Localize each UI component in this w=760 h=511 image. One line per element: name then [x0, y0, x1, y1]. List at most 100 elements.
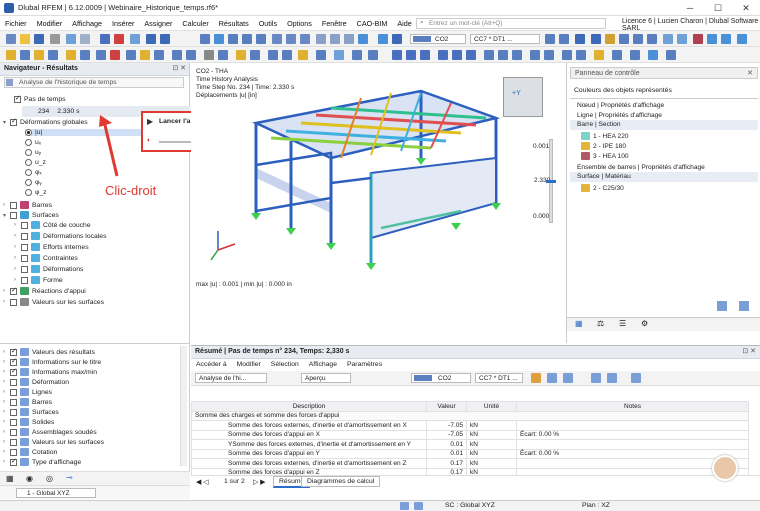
select-window-icon[interactable] [282, 50, 292, 60]
display-item[interactable]: ›Informations sur le titre [3, 357, 101, 366]
report-icon[interactable] [721, 34, 731, 44]
menu-fenetre[interactable]: Fenêtre [317, 19, 352, 28]
menu-outils[interactable]: Outils [254, 19, 282, 28]
zoom-window-icon[interactable] [452, 50, 462, 60]
solid-icon[interactable] [66, 50, 76, 60]
nav-layer-side[interactable]: › Côté de couche [14, 221, 91, 229]
nav-reactions[interactable]: ›Réactions d'appui [3, 286, 86, 295]
member-tool-icon[interactable] [34, 50, 44, 60]
menu-fichier[interactable]: Fichier [0, 19, 32, 28]
panel-icon[interactable] [576, 50, 586, 60]
table-row[interactable]: Somme des forces d'appui en Y 0.01 kN Écart… [191, 448, 749, 459]
nav-surface-values[interactable]: › Valeurs sur les surfaces [3, 298, 104, 306]
opening-icon[interactable] [80, 50, 90, 60]
nav-deformations[interactable]: ▾Déformations globales [3, 117, 88, 126]
unit-icon[interactable] [512, 50, 522, 60]
iso-view-icon[interactable] [214, 34, 224, 44]
menu-modifier[interactable]: Modifier [32, 19, 68, 28]
nav-shape[interactable]: › Forme [14, 276, 63, 284]
nav-surfaces[interactable]: ▾ Surfaces [3, 211, 59, 219]
model-viewport[interactable]: CO2 - THA Time History Analysis Time Ste… [191, 63, 566, 343]
camera-icon[interactable] [406, 50, 416, 60]
layer-icon[interactable] [530, 50, 540, 60]
undo-icon[interactable] [146, 34, 156, 44]
menu-aide[interactable]: Aide [392, 19, 416, 28]
next-icon[interactable] [559, 34, 569, 44]
prev-icon[interactable] [545, 34, 555, 44]
clipping-icon[interactable] [334, 50, 344, 60]
save-icon[interactable] [34, 34, 44, 44]
colors-tab-icon[interactable]: ▦ [575, 319, 583, 328]
pan-icon[interactable] [466, 50, 476, 60]
animation-icon[interactable] [378, 34, 388, 44]
workplane-icon[interactable] [218, 50, 228, 60]
link-icon[interactable] [666, 50, 676, 60]
page-next-icon[interactable]: ▷ ▶ [253, 478, 265, 486]
calc-icon[interactable] [114, 34, 124, 44]
display-item[interactable]: › Surfaces [3, 408, 59, 416]
surface-tool-icon[interactable] [48, 50, 58, 60]
menu-options[interactable]: Options [282, 19, 317, 28]
open-icon[interactable] [20, 34, 30, 44]
views-tab-icon[interactable]: ◎ [46, 474, 53, 483]
label-icon[interactable] [544, 50, 554, 60]
display-item[interactable]: › Solides [3, 418, 54, 426]
color-scale-icon[interactable] [562, 50, 572, 60]
display-item[interactable]: › Lignes [3, 388, 52, 396]
move-icon[interactable] [126, 50, 136, 60]
block-icon[interactable] [316, 50, 326, 60]
lock-icon[interactable] [594, 50, 604, 60]
grid-icon[interactable] [619, 34, 629, 44]
col-notes[interactable]: Notes [516, 401, 749, 412]
grid-status-icon[interactable] [414, 502, 423, 510]
search-input[interactable]: Entrez un mot-clé (Alt+Q) [416, 18, 606, 29]
nav-internal-forces[interactable]: › Efforts internes [14, 243, 89, 251]
settings-icon[interactable] [707, 34, 717, 44]
menu-affichage[interactable]: Affichage [67, 19, 107, 28]
view-cube[interactable]: +Y [503, 77, 543, 117]
side-view-icon[interactable] [242, 34, 252, 44]
results-excel-icon[interactable] [591, 373, 601, 383]
dimension-icon[interactable] [96, 50, 106, 60]
snap-status-icon[interactable] [400, 502, 409, 510]
view-cube-icon[interactable] [392, 50, 402, 60]
nav-surface-def[interactable]: › Déformations [14, 265, 83, 273]
table-icon[interactable] [130, 34, 140, 44]
control-settings-icon[interactable] [739, 301, 749, 311]
front-view-icon[interactable] [228, 34, 238, 44]
view-icon[interactable] [200, 34, 210, 44]
close-button[interactable]: ✕ [732, 0, 760, 16]
results-menu-settings[interactable]: Paramètres [342, 361, 387, 368]
display-tab-icon[interactable]: ◉ [26, 474, 33, 483]
show-icon[interactable] [612, 50, 622, 60]
nav-uz[interactable]: u_z [25, 159, 46, 166]
menu-cao-bim[interactable]: CAO-BIM [352, 19, 393, 28]
wire-icon[interactable] [286, 34, 296, 44]
section-icon[interactable] [300, 34, 310, 44]
filter-tab-icon[interactable]: ⚙ [641, 319, 648, 328]
navigator-pin-icon[interactable]: ⊡ ✕ [172, 63, 189, 75]
redo-icon[interactable] [160, 34, 170, 44]
zoom-icon[interactable] [344, 34, 354, 44]
display-item[interactable]: ›Valeurs des résultats [3, 347, 95, 356]
nav-stresses[interactable]: › Contraintes [14, 254, 78, 262]
model-icon[interactable] [100, 34, 110, 44]
mirror-icon[interactable] [154, 50, 164, 60]
results-menu-goto[interactable]: Accéder à [191, 361, 232, 368]
measure-icon[interactable] [204, 50, 214, 60]
control-close-icon[interactable]: ✕ [747, 68, 753, 79]
results-find-icon[interactable] [563, 373, 573, 383]
line-icon[interactable] [20, 50, 30, 60]
results-analysis-select[interactable]: Analyse de l'hi... [195, 373, 267, 383]
display-scrollbar[interactable] [180, 346, 187, 466]
table-row[interactable]: Somme des forces externes, d'inertie et … [191, 420, 749, 431]
assistant-avatar[interactable] [712, 455, 738, 481]
nav-ux[interactable]: uₓ [25, 139, 41, 146]
display-item[interactable]: › Valeurs sur les surfaces [3, 438, 104, 446]
table-row[interactable]: YSomme des forces externes, d'inertie et… [191, 439, 749, 450]
nav-phix[interactable]: φₓ [25, 169, 42, 176]
info-icon[interactable] [352, 50, 362, 60]
scale-icon[interactable] [392, 34, 402, 44]
load-icon[interactable] [677, 34, 687, 44]
results-menu-view[interactable]: Affichage [304, 361, 342, 368]
